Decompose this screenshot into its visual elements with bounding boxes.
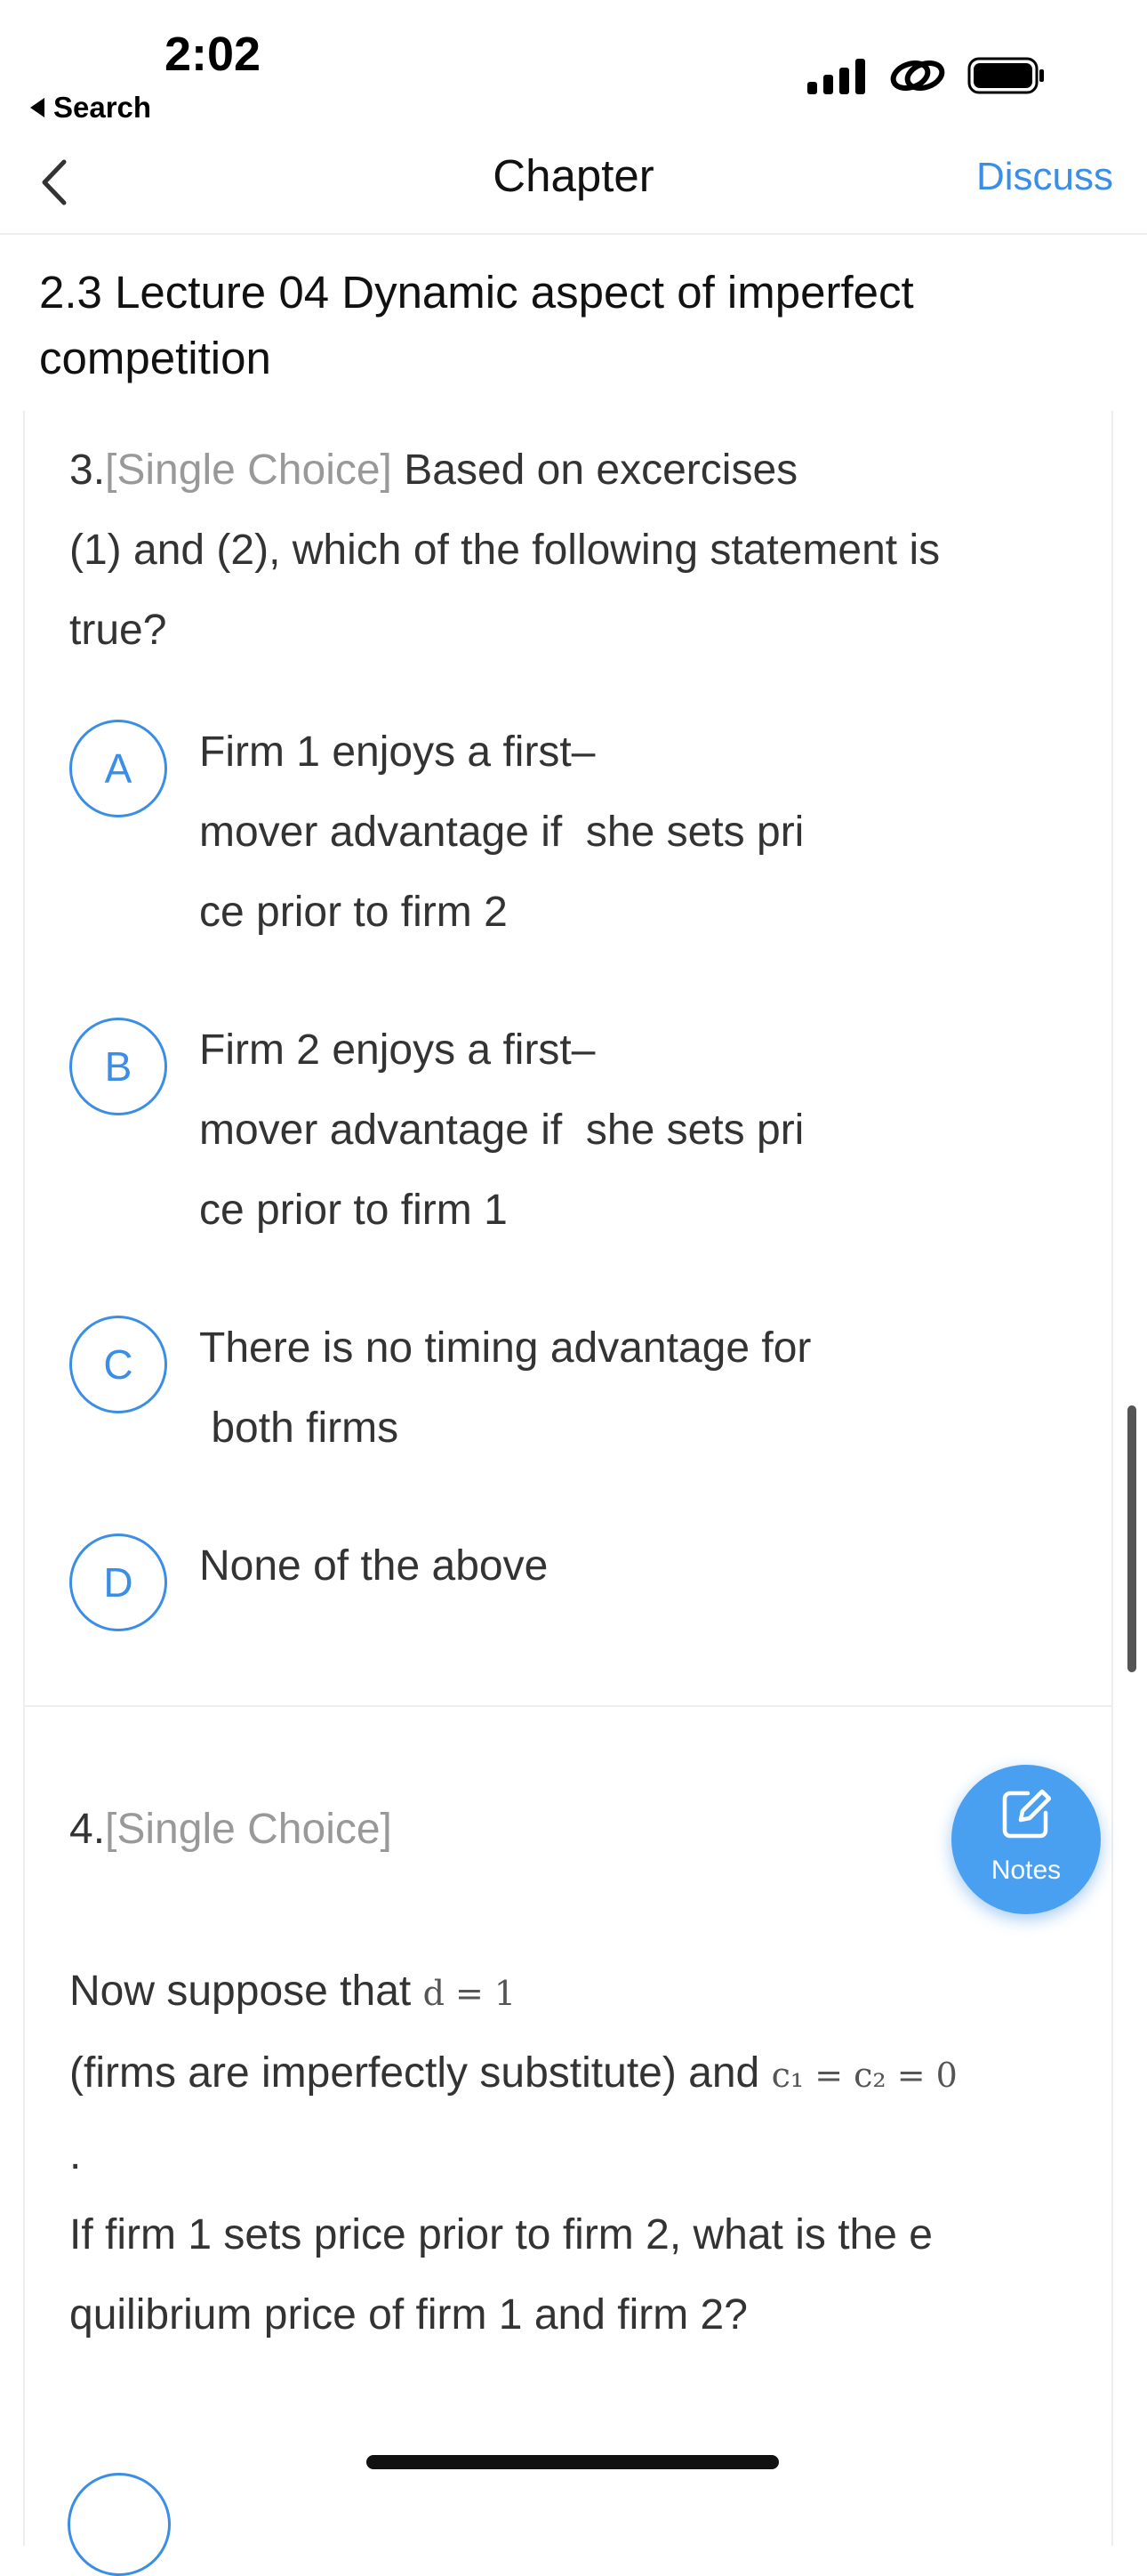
question-4-number: 4.: [69, 1806, 106, 1853]
question-4-line: If firm 1 sets price prior to firm 2, wh…: [69, 2211, 933, 2258]
battery-icon: [967, 57, 1044, 94]
question-4-line: (firms are imperfectly substitute) and: [69, 2049, 760, 2097]
question-divider: [25, 1705, 1111, 1707]
notes-label: Notes: [991, 1856, 1062, 1885]
option-b[interactable]: B Firm 2 enjoys a first– mover advantage…: [69, 1018, 1092, 1258]
navigation-bar: Chapter Discuss: [0, 133, 1147, 235]
status-time: 2:02: [164, 28, 261, 81]
question-3-line: (1) and (2), which of the following stat…: [69, 527, 941, 574]
question-3-type: [Single Choice]: [105, 447, 392, 494]
option-c[interactable]: C There is no timing advantage for both …: [69, 1316, 1092, 1476]
math-d-equals-1: d = 1: [422, 1974, 517, 2013]
question-4-text: Now suppose that d = 1 (firms are imperf…: [69, 1952, 1083, 2355]
chapter-title: 2.3 Lecture 04 Dynamic aspect of imperfe…: [39, 267, 914, 383]
question-4-line: quilibrium price of firm 1 and firm 2?: [69, 2291, 748, 2339]
option-radio-partial[interactable]: [68, 2473, 171, 2576]
option-b-text: Firm 2 enjoys a first– mover advantage i…: [199, 1026, 805, 1234]
back-app-label: Search: [53, 91, 152, 124]
discuss-button[interactable]: Discuss: [976, 155, 1113, 199]
question-4-line: Now suppose that: [69, 1968, 412, 2015]
question-3-number: 3.: [69, 447, 106, 494]
home-indicator[interactable]: [366, 2455, 779, 2469]
back-triangle-icon: [30, 98, 44, 117]
page-title: Chapter: [493, 150, 654, 201]
option-a-radio[interactable]: A: [69, 720, 167, 817]
scrollbar[interactable]: [1127, 1405, 1136, 1672]
option-c-text: There is no timing advantage for both fi…: [199, 1324, 812, 1452]
edit-icon: [1002, 1789, 1051, 1839]
option-a[interactable]: A Firm 1 enjoys a first– mover advantage…: [69, 720, 1092, 960]
question-3-line: Based on excercises: [404, 447, 798, 494]
question-4-type: [Single Choice]: [105, 1806, 392, 1853]
question-4-period: .: [69, 2131, 82, 2178]
option-a-text: Firm 1 enjoys a first– mover advantage i…: [199, 729, 805, 936]
cellular-signal-icon: [807, 59, 865, 94]
question-4-header: 4.[Single Choice]: [69, 1790, 1083, 1870]
option-b-radio[interactable]: B: [69, 1018, 167, 1115]
option-d-text: None of the above: [199, 1542, 549, 1590]
option-d-radio[interactable]: D: [69, 1534, 167, 1631]
back-to-app-button[interactable]: Search: [30, 91, 151, 125]
option-d[interactable]: D None of the above: [69, 1534, 1092, 1631]
link-icon: [890, 60, 945, 92]
option-c-radio[interactable]: C: [69, 1316, 167, 1413]
notes-button[interactable]: Notes: [951, 1765, 1101, 1914]
question-3-line: true?: [69, 607, 167, 654]
question-3-text: 3.[Single Choice] Based on excercises (1…: [69, 431, 1083, 671]
status-bar: 2:02 Search: [0, 0, 1147, 133]
question-card: 3.[Single Choice] Based on excercises (1…: [23, 411, 1113, 2546]
math-costs-zero: c₁ = c₂ = 0: [771, 2056, 958, 2095]
